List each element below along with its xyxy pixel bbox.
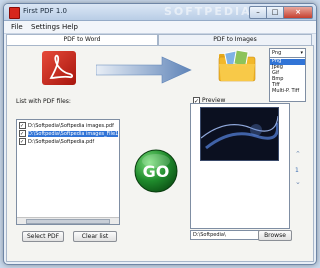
checkbox[interactable]: ✓ xyxy=(19,122,26,129)
file-path: D:\Softpedia\Softpedia images.pdf xyxy=(28,123,114,129)
checkbox[interactable]: ✓ xyxy=(19,130,26,137)
chevron-down-icon[interactable]: ⌄ xyxy=(295,178,301,186)
file-path: D:\Softpedia\Softpedia images_File1 xyxy=(28,131,119,137)
file-list-label: List with PDF files: xyxy=(16,98,71,105)
app-icon xyxy=(9,7,20,19)
preview-image xyxy=(200,107,279,161)
title-bar: First PDF 1.0 SOFTPEDIA – □ × xyxy=(4,4,316,21)
file-path: D:\Softpedia\Softpedia.pdf xyxy=(28,139,95,145)
list-item[interactable]: ✓ D:\Softpedia\Softpedia images_File1 xyxy=(19,130,119,137)
pdf-file-list[interactable]: ✓ D:\Softpedia\Softpedia images.pdf ✓ D:\S… xyxy=(16,119,120,225)
menu-bar: File Settings Help xyxy=(4,21,316,34)
window-title: First PDF 1.0 xyxy=(23,7,67,15)
output-path-field[interactable]: D:\Softpedia\ xyxy=(190,230,260,240)
maximize-button[interactable]: □ xyxy=(266,6,284,19)
scrollbar-thumb[interactable] xyxy=(26,219,110,224)
menu-help[interactable]: Help xyxy=(62,23,78,31)
list-item[interactable]: ✓ D:\Softpedia\Softpedia.pdf xyxy=(19,138,94,145)
select-pdf-button[interactable]: Select PDF xyxy=(22,231,64,242)
format-option-multipage-tiff[interactable]: Multi-P. Tiff xyxy=(270,88,305,95)
chevron-up-icon[interactable]: ⌃ xyxy=(295,150,301,158)
close-button[interactable]: × xyxy=(283,6,313,19)
minimize-button[interactable]: – xyxy=(249,6,267,19)
page-number: 1 xyxy=(295,167,299,174)
format-dropdown-list: Png Jpeg Gif Bmp Tiff Multi-P. Tiff xyxy=(269,57,306,102)
arrow-right-icon xyxy=(96,56,192,84)
horizontal-scrollbar[interactable] xyxy=(17,217,119,224)
format-select-value: Png xyxy=(272,50,282,56)
menu-file[interactable]: File xyxy=(11,23,23,31)
tab-bar: PDF to Word PDF to Images xyxy=(4,34,316,45)
chevron-down-icon: ▾ xyxy=(300,50,303,56)
menu-settings[interactable]: Settings xyxy=(31,23,60,31)
browse-button[interactable]: Browse xyxy=(258,230,292,241)
go-button[interactable]: GO xyxy=(133,148,179,194)
go-label: GO xyxy=(143,162,170,181)
checkbox[interactable]: ✓ xyxy=(19,138,26,145)
pdf-icon xyxy=(42,51,76,85)
tab-pdf-to-images[interactable]: PDF to Images xyxy=(158,34,312,45)
list-item[interactable]: ✓ D:\Softpedia\Softpedia images.pdf xyxy=(19,122,114,129)
clear-list-button[interactable]: Clear list xyxy=(73,231,117,242)
watermark: SOFTPEDIA xyxy=(164,5,252,18)
folder-icon xyxy=(218,49,256,82)
tab-pdf-to-word[interactable]: PDF to Word xyxy=(6,34,158,45)
